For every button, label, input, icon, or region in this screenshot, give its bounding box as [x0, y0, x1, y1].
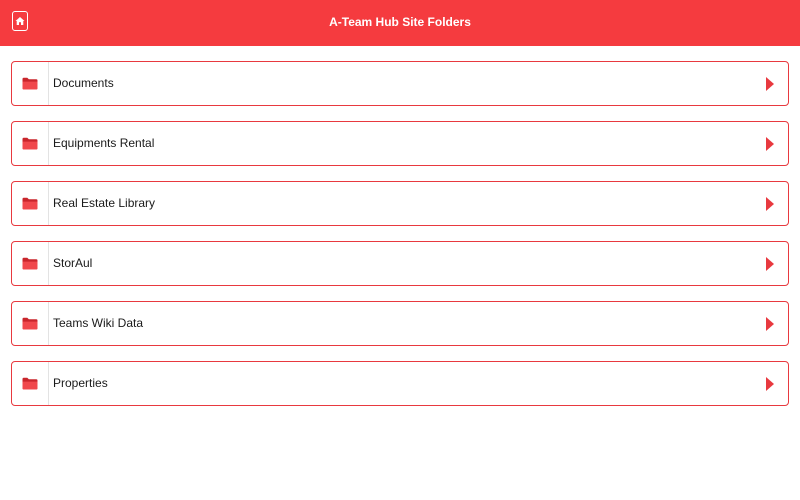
chevron-right-icon [766, 256, 774, 271]
folder-icon [22, 317, 38, 330]
folder-icon [22, 77, 38, 90]
folder-list: Documents Equipments Rental Real Estate … [11, 61, 789, 421]
chevron-right-icon [766, 376, 774, 391]
folder-item-storaul[interactable]: StorAul [11, 241, 789, 286]
folder-icon [22, 197, 38, 210]
chevron-right-icon [766, 316, 774, 331]
chevron-right-icon [766, 196, 774, 211]
folder-label: StorAul [53, 256, 93, 270]
folder-icon [22, 377, 38, 390]
folder-icon [22, 257, 38, 270]
folder-item-real-estate-library[interactable]: Real Estate Library [11, 181, 789, 226]
folder-item-documents[interactable]: Documents [11, 61, 789, 106]
folder-label: Teams Wiki Data [53, 316, 144, 330]
folder-label: Real Estate Library [53, 196, 156, 210]
chevron-right-icon [766, 76, 774, 91]
folder-item-properties[interactable]: Properties [11, 361, 789, 406]
page-title: A-Team Hub Site Folders [329, 15, 471, 29]
folder-label: Equipments Rental [53, 136, 155, 150]
folder-item-equipments-rental[interactable]: Equipments Rental [11, 121, 789, 166]
chevron-right-icon [766, 136, 774, 151]
folder-label: Properties [53, 376, 108, 390]
folder-item-teams-wiki-data[interactable]: Teams Wiki Data [11, 301, 789, 346]
folder-icon [22, 137, 38, 150]
app-header: A-Team Hub Site Folders [0, 0, 800, 46]
folder-label: Documents [53, 76, 114, 90]
